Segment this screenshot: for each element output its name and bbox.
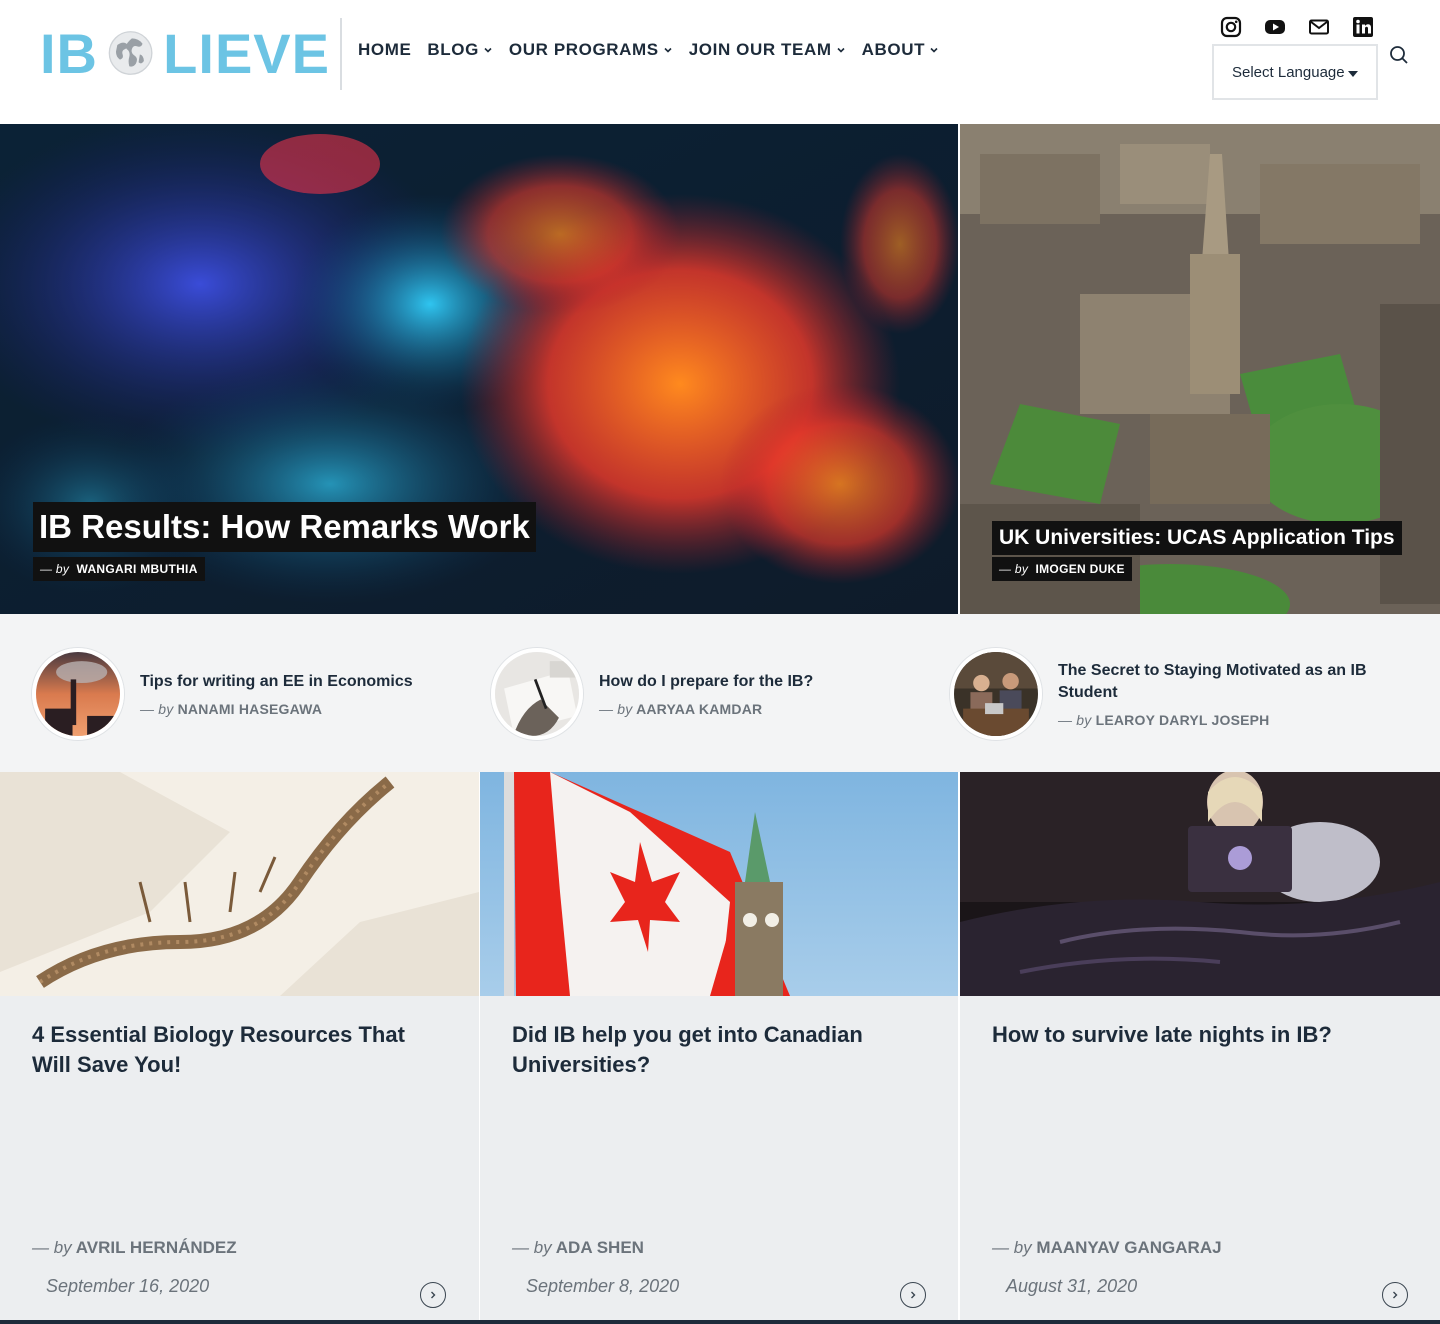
- chevron-down-icon: [837, 47, 845, 53]
- mini-post-1-thumbnail[interactable]: [32, 648, 124, 740]
- globe-icon: [108, 31, 153, 75]
- mini-post-3-title[interactable]: The Secret to Staying Motivated as an IB…: [1058, 660, 1388, 704]
- post-card-1-author[interactable]: AVRIL HERNÁNDEZ: [76, 1238, 237, 1257]
- chevron-down-icon: [664, 47, 672, 53]
- mini-post-2-byline: — by AARYAA KAMDAR: [599, 701, 813, 717]
- site-logo[interactable]: IB LIEVE: [40, 16, 330, 90]
- language-select[interactable]: Select Language: [1212, 44, 1378, 100]
- logo-text-ib: IB: [40, 21, 98, 85]
- post-card-3[interactable]: How to survive late nights in IB? — by M…: [960, 772, 1440, 1324]
- hero-post-2-author[interactable]: IMOGEN DUKE: [1036, 562, 1125, 576]
- mini-post-1[interactable]: Tips for writing an EE in Economics — by…: [32, 648, 413, 740]
- chevron-right-icon: [1393, 1291, 1398, 1299]
- post-card-1-read-more[interactable]: [420, 1282, 446, 1308]
- chevron-right-icon: [911, 1291, 916, 1299]
- mini-post-3[interactable]: The Secret to Staying Motivated as an IB…: [950, 648, 1388, 740]
- nav-join-team[interactable]: JOIN OUR TEAM: [689, 40, 846, 60]
- post-card-1-title[interactable]: 4 Essential Biology Resources That Will …: [32, 1020, 432, 1080]
- post-card-2-title[interactable]: Did IB help you get into Canadian Univer…: [512, 1020, 912, 1080]
- nav-programs[interactable]: OUR PROGRAMS: [509, 40, 673, 60]
- mini-post-1-byline: — by NANAMI HASEGAWA: [140, 701, 413, 717]
- hero-post-1[interactable]: IB Results: How Remarks Work — by WANGAR…: [0, 124, 958, 614]
- header-divider: [340, 18, 342, 90]
- chevron-down-icon: [484, 47, 492, 53]
- instagram-icon[interactable]: [1220, 16, 1242, 38]
- nav-home-label: HOME: [358, 40, 412, 59]
- search-icon[interactable]: [1388, 44, 1410, 66]
- nav-blog-label: BLOG: [427, 40, 479, 59]
- post-card-3-date: August 31, 2020: [1006, 1276, 1138, 1296]
- post-card-3-read-more[interactable]: [1382, 1282, 1408, 1308]
- byline-prefix: — by: [512, 1238, 552, 1257]
- mini-post-3-byline: — by LEAROY DARYL JOSEPH: [1058, 712, 1388, 728]
- footer-edge: [0, 1320, 1440, 1324]
- hero-post-2-title[interactable]: UK Universities: UCAS Application Tips: [992, 521, 1402, 555]
- mini-post-2-author[interactable]: AARYAA KAMDAR: [636, 701, 762, 717]
- post-card-3-title[interactable]: How to survive late nights in IB?: [992, 1020, 1392, 1050]
- nav-blog[interactable]: BLOG: [427, 40, 493, 60]
- post-card-3-author[interactable]: MAANYAV GANGARAJ: [1036, 1238, 1221, 1257]
- post-card-2-read-more[interactable]: [900, 1282, 926, 1308]
- byline-prefix: — by: [140, 701, 174, 717]
- fossil-image: [0, 772, 479, 996]
- mini-post-2-title[interactable]: How do I prepare for the IB?: [599, 671, 813, 693]
- hero-post-1-byline: — by WANGARI MBUTHIA: [33, 557, 205, 581]
- post-card-2-date: September 8, 2020: [526, 1276, 680, 1296]
- nav-about[interactable]: ABOUT: [862, 40, 939, 60]
- post-card-3-image[interactable]: [960, 772, 1440, 996]
- late-night-laptop-image: [960, 772, 1440, 996]
- factory-smoke-image: [36, 652, 120, 736]
- byline-prefix: — by: [1058, 712, 1092, 728]
- mini-post-3-thumbnail[interactable]: [950, 648, 1042, 740]
- chevron-right-icon: [431, 1291, 436, 1299]
- post-card-2[interactable]: Did IB help you get into Canadian Univer…: [480, 772, 958, 1324]
- hero-post-2-byline: — by IMOGEN DUKE: [992, 557, 1132, 581]
- byline-prefix: — by: [40, 562, 70, 576]
- youtube-icon[interactable]: [1264, 16, 1286, 38]
- post-card-2-author[interactable]: ADA SHEN: [556, 1238, 644, 1257]
- chevron-down-icon: [930, 47, 938, 53]
- canada-flag-image: [480, 772, 958, 996]
- byline-prefix: — by: [999, 562, 1029, 576]
- mini-post-3-author[interactable]: LEAROY DARYL JOSEPH: [1096, 712, 1270, 728]
- linkedin-icon[interactable]: [1352, 16, 1374, 38]
- byline-prefix: — by: [992, 1238, 1032, 1257]
- caret-down-icon: [1348, 71, 1358, 77]
- post-card-2-image[interactable]: [480, 772, 958, 996]
- nav-home[interactable]: HOME: [358, 40, 411, 60]
- hero-post-1-title[interactable]: IB Results: How Remarks Work: [33, 502, 536, 552]
- hero-post-1-author[interactable]: WANGARI MBUTHIA: [77, 562, 198, 576]
- students-studying-image: [954, 652, 1038, 736]
- post-card-1-image[interactable]: [0, 772, 479, 996]
- post-card-1-date: September 16, 2020: [46, 1276, 210, 1296]
- nav-programs-label: OUR PROGRAMS: [508, 40, 659, 59]
- mini-post-2-thumbnail[interactable]: [491, 648, 583, 740]
- post-card-1[interactable]: 4 Essential Biology Resources That Will …: [0, 772, 479, 1324]
- post-card-2-byline: — by ADA SHEN: [512, 1238, 644, 1258]
- nav-about-label: ABOUT: [861, 40, 926, 59]
- social-links: [1220, 16, 1374, 38]
- mini-post-1-title[interactable]: Tips for writing an EE in Economics: [140, 671, 413, 693]
- logo-text-lieve: LIEVE: [163, 21, 330, 85]
- post-card-3-byline: — by MAANYAV GANGARAJ: [992, 1238, 1222, 1258]
- byline-prefix: — by: [599, 701, 633, 717]
- language-select-label: Select Language: [1232, 63, 1345, 81]
- hero-post-2[interactable]: UK Universities: UCAS Application Tips —…: [960, 124, 1440, 614]
- mini-post-1-author[interactable]: NANAMI HASEGAWA: [178, 701, 323, 717]
- byline-prefix: — by: [32, 1238, 72, 1257]
- nav-team-label: JOIN OUR TEAM: [688, 40, 832, 59]
- main-nav: HOME BLOG OUR PROGRAMS JOIN OUR TEAM ABO…: [358, 40, 939, 60]
- post-card-1-byline: — by AVRIL HERNÁNDEZ: [32, 1238, 237, 1258]
- mail-icon[interactable]: [1308, 16, 1330, 38]
- featured-mini-posts: Tips for writing an EE in Economics — by…: [0, 614, 1440, 772]
- site-header: IB LIEVE HOME BLOG OUR PROGRAMS JOIN OUR…: [0, 0, 1440, 124]
- writing-hand-image: [495, 652, 579, 736]
- mini-post-2[interactable]: How do I prepare for the IB? — by AARYAA…: [491, 648, 813, 740]
